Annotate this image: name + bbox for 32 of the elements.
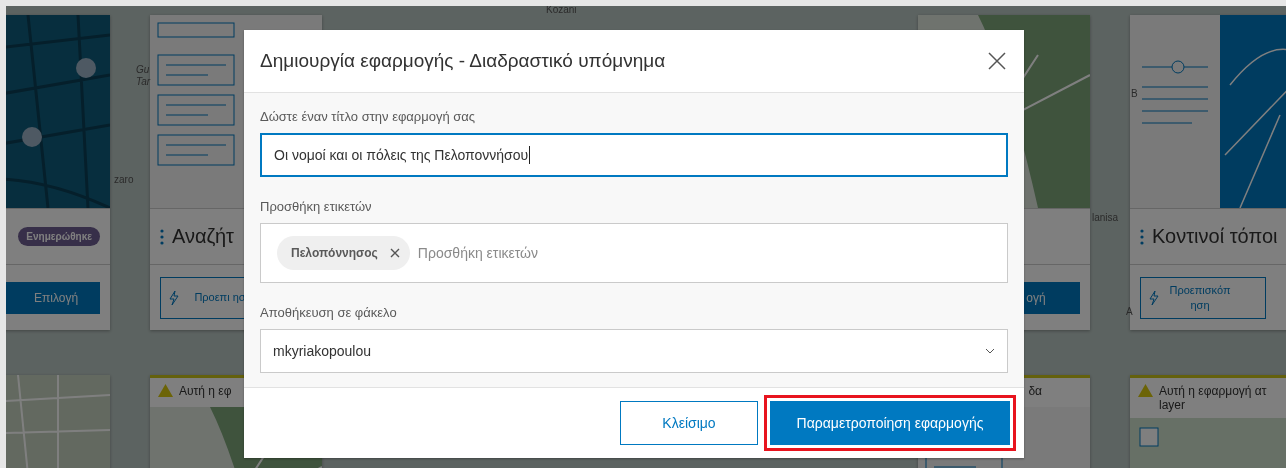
cancel-button[interactable]: Κλείσιμο <box>620 401 758 445</box>
remove-icon[interactable] <box>389 248 400 258</box>
folder-select[interactable]: mkyriakopoulou <box>260 329 1008 373</box>
field-label: Προσθήκη ετικετών <box>260 199 373 214</box>
card-title: Αναζήτ <box>172 225 235 248</box>
warning-text: Αυτή η εφαρμογή ατ layer <box>1159 384 1268 412</box>
updated-badge: Ενημερώθηκε <box>18 227 100 246</box>
tags-field[interactable]: Πελοπόννησος Προσθήκη ετικετών <box>260 223 1008 283</box>
lightning-icon <box>169 290 179 305</box>
warning-icon <box>158 384 173 397</box>
card-title: Κοντινοί τόποι <box>1152 225 1278 248</box>
tag-input[interactable]: Προσθήκη ετικετών <box>417 245 991 261</box>
map-label: Gu <box>136 64 150 75</box>
chevron-down-icon <box>985 348 995 354</box>
dialog-title: Δημιουργία εφαρμογής - Διαδραστικό υπόμνημα <box>260 50 666 72</box>
configure-button[interactable]: Παραμετροποίηση εφαρμογής <box>770 401 1010 445</box>
tag-text: Πελοπόννησος <box>291 246 378 260</box>
close-button[interactable] <box>986 50 1008 72</box>
map-label: A <box>1126 306 1133 317</box>
more-icon[interactable] <box>160 228 164 245</box>
lightning-icon <box>1149 290 1159 305</box>
warning-text: Αυτή η εφ <box>179 384 232 398</box>
select-button[interactable]: Επιλογή <box>6 281 100 314</box>
title-field[interactable]: Οι νομοί και οι πόλεις της Πελοποννήσου <box>260 133 1008 177</box>
more-icon[interactable] <box>1140 228 1144 245</box>
warning-icon <box>1138 384 1153 397</box>
map-label: Kozani <box>546 6 577 15</box>
map-label: B <box>1131 88 1138 99</box>
field-label: Δώστε έναν τίτλο στην εφαρμογή σας <box>260 109 477 124</box>
warning-text: δα <box>1028 384 1042 398</box>
preview-button[interactable]: Προεπισκόπ ηση <box>1140 276 1266 319</box>
select-value: mkyriakopoulou <box>273 343 372 359</box>
